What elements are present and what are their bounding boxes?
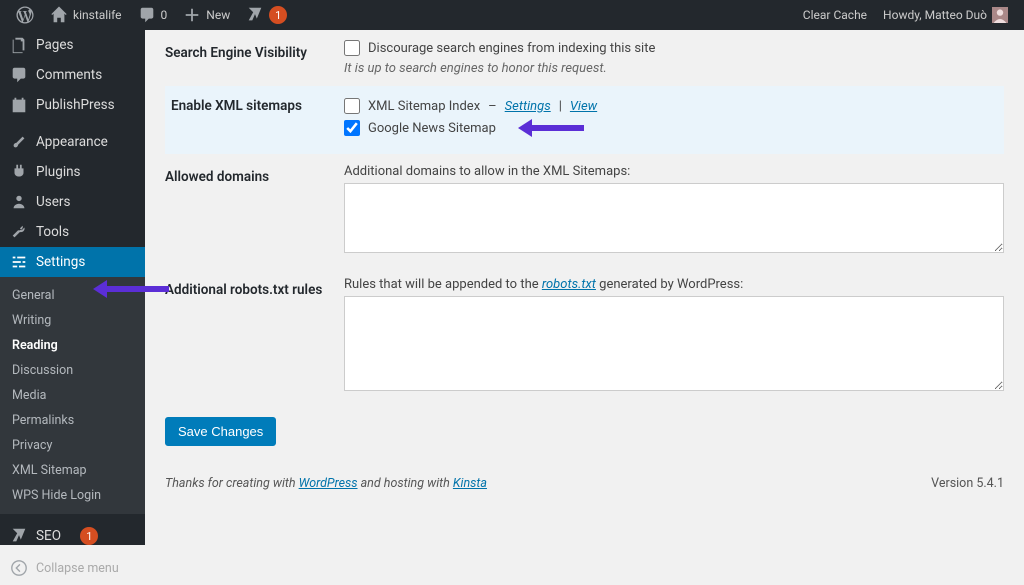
visibility-checkbox-label[interactable]: Discourage search engines from indexing … [344,40,1004,56]
menu-publishpress[interactable]: PublishPress [0,90,145,120]
xml-view-link[interactable]: View [570,99,597,114]
submenu-media[interactable]: Media [0,383,145,408]
calendar-icon [10,96,28,114]
comments-menu-item[interactable]: 0 [130,0,176,30]
xml-index-checkbox-label[interactable]: XML Sitemap Index – Settings | View [344,98,1004,114]
xml-settings-link[interactable]: Settings [505,99,551,114]
clear-cache-button[interactable]: Clear Cache [795,0,875,30]
comments-count: 0 [161,8,168,22]
new-content-menu[interactable]: New [175,0,238,30]
yoast-badge: 1 [269,6,287,24]
menu-pages[interactable]: Pages [0,30,145,60]
robots-textarea[interactable] [344,296,1004,391]
plugin-icon [10,163,28,181]
wordpress-link[interactable]: WordPress [299,476,358,491]
wrench-icon [10,223,28,241]
robots-label: Additional robots.txt rules [165,267,344,405]
menu-plugins[interactable]: Plugins [0,157,145,187]
comment-icon [10,66,28,84]
submenu-discussion[interactable]: Discussion [0,358,145,383]
comment-icon [138,6,156,24]
settings-submenu: General Writing Reading Discussion Media… [0,277,145,514]
yoast-icon [10,527,28,545]
main-content: Search Engine Visibility Discourage sear… [145,30,1024,545]
gnews-checkbox-label[interactable]: Google News Sitemap [344,119,1004,137]
robots-txt-link[interactable]: robots.txt [542,277,596,292]
seo-badge: 1 [80,527,98,545]
menu-settings[interactable]: Settings [0,247,145,277]
robots-description: Rules that will be appended to the robot… [344,277,1004,292]
site-name: kinstalife [73,8,122,22]
submenu-privacy[interactable]: Privacy [0,433,145,458]
annotation-arrow-reading [93,280,169,298]
allowed-domains-description: Additional domains to allow in the XML S… [344,164,1004,179]
collapse-icon [10,559,28,577]
menu-seo[interactable]: SEO 1 [0,521,145,551]
menu-appearance[interactable]: Appearance [0,127,145,157]
yoast-menu[interactable]: 1 [238,0,295,30]
wordpress-icon [16,6,34,24]
submenu-wps-hide-login[interactable]: WPS Hide Login [0,483,145,508]
allowed-domains-label: Allowed domains [165,154,344,267]
new-label: New [206,8,230,22]
version-text: Version 5.4.1 [931,476,1004,491]
footer-credits: Thanks for creating with WordPress and h… [165,476,487,491]
save-changes-button[interactable]: Save Changes [165,417,276,446]
page-icon [10,36,28,54]
visibility-label: Search Engine Visibility [165,30,344,86]
admin-toolbar: kinstalife 0 New 1 Clear Cache Howdy, Ma… [0,0,1024,30]
menu-users[interactable]: Users [0,187,145,217]
annotation-arrow-gnews [518,119,584,137]
xml-sitemaps-label: Enable XML sitemaps [165,86,344,154]
allowed-domains-textarea[interactable] [344,183,1004,253]
submenu-writing[interactable]: Writing [0,308,145,333]
wp-logo-menu[interactable] [8,0,42,30]
users-icon [10,193,28,211]
visibility-description: It is up to search engines to honor this… [344,61,1004,76]
yoast-icon [246,6,264,24]
visibility-checkbox[interactable] [344,40,360,56]
site-name-menu[interactable]: kinstalife [42,0,130,30]
home-icon [50,6,68,24]
gnews-checkbox[interactable] [344,120,360,136]
submenu-xml-sitemap[interactable]: XML Sitemap [0,458,145,483]
submenu-reading[interactable]: Reading [0,333,145,358]
kinsta-link[interactable]: Kinsta [453,476,487,491]
menu-tools[interactable]: Tools [0,217,145,247]
sliders-icon [10,253,28,271]
my-account-menu[interactable]: Howdy, Matteo Duò [875,0,1016,30]
collapse-menu-button[interactable]: Collapse menu [0,551,145,585]
brush-icon [10,133,28,151]
menu-comments[interactable]: Comments [0,60,145,90]
plus-icon [183,6,201,24]
avatar [992,7,1008,23]
xml-index-checkbox[interactable] [344,98,360,114]
submenu-permalinks[interactable]: Permalinks [0,408,145,433]
